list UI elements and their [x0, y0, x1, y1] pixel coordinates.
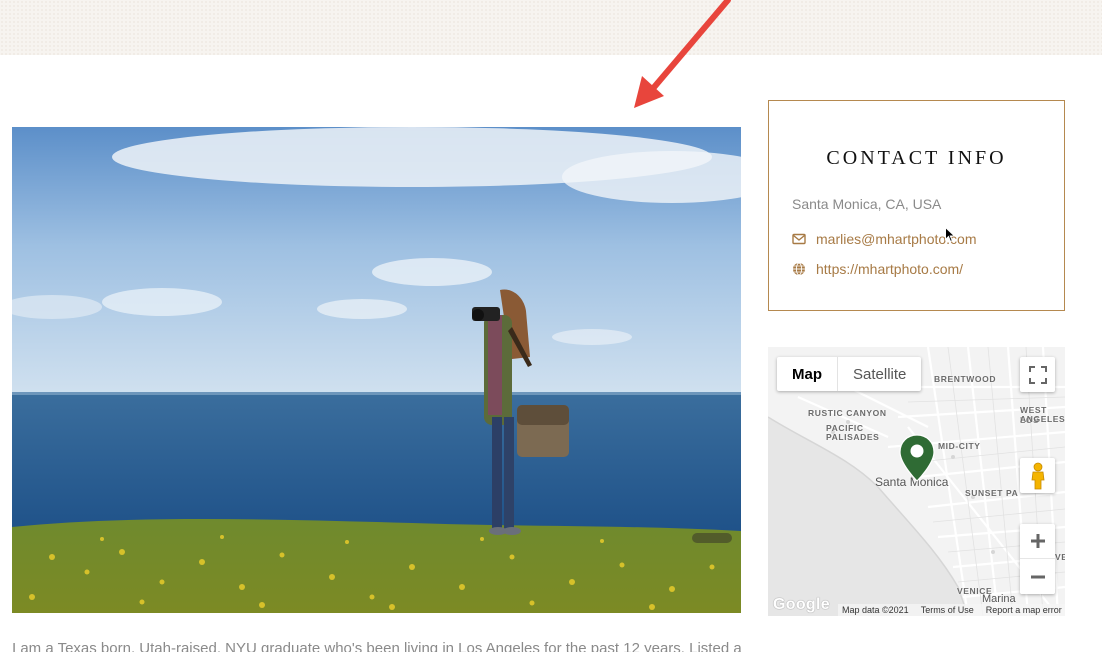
- fullscreen-icon: [1028, 365, 1047, 384]
- map-label-sunset-park: SUNSET PA: [965, 488, 1019, 498]
- website-text[interactable]: https://mhartphoto.com/: [816, 261, 963, 277]
- map-attribution: Map data ©2021 Terms of Use Report a map…: [838, 604, 1065, 616]
- terms-of-use-link[interactable]: Terms of Use: [921, 605, 974, 615]
- map-label-west-la-2: ANGELES: [1020, 414, 1065, 424]
- globe-icon: [793, 262, 805, 276]
- pegman-icon: [1031, 462, 1044, 489]
- contact-title: CONTACT INFO: [826, 147, 1007, 169]
- map-label-ve: VE: [1055, 552, 1065, 562]
- hero-photo: [12, 127, 741, 613]
- bio-paragraph: I am a Texas born, Utah-raised, NYU grad…: [12, 640, 741, 652]
- annotation-arrow-icon: [634, 0, 731, 108]
- map-label-rustic-canyon: RUSTIC CANYON: [808, 408, 887, 418]
- map-label-pacific-palisades-2: PALISADES: [826, 432, 880, 442]
- google-map[interactable]: BRENTWOOD WEST LOS ANGELES RUSTIC CANYON…: [768, 347, 1065, 616]
- website-link[interactable]: https://mhartphoto.com/: [792, 261, 963, 277]
- map-marker-icon[interactable]: [899, 434, 935, 482]
- minus-icon: [1030, 575, 1045, 578]
- google-logo[interactable]: Google: [773, 596, 830, 614]
- street-view-pegman-button[interactable]: [1020, 458, 1055, 493]
- zoom-out-button[interactable]: [1020, 559, 1055, 594]
- map-type-satellite-button[interactable]: Satellite: [838, 357, 921, 391]
- map-type-toggle: Map Satellite: [777, 357, 922, 391]
- plus-icon: [1030, 534, 1045, 548]
- fullscreen-button[interactable]: [1020, 357, 1055, 392]
- report-map-error-link[interactable]: Report a map error: [986, 605, 1062, 615]
- map-label-brentwood: BRENTWOOD: [934, 374, 997, 384]
- zoom-in-button[interactable]: [1020, 524, 1055, 559]
- contact-info-card: CONTACT INFO Santa Monica, CA, USA marli…: [768, 100, 1065, 311]
- map-label-mid-city: MID-CITY: [938, 441, 981, 451]
- mouse-cursor-icon: [945, 227, 956, 243]
- contact-location: Santa Monica, CA, USA: [792, 196, 942, 212]
- header-band: [0, 0, 1102, 55]
- map-data-text: Map data ©2021: [842, 605, 909, 615]
- envelope-icon: [792, 233, 806, 245]
- map-type-map-button[interactable]: Map: [777, 357, 838, 391]
